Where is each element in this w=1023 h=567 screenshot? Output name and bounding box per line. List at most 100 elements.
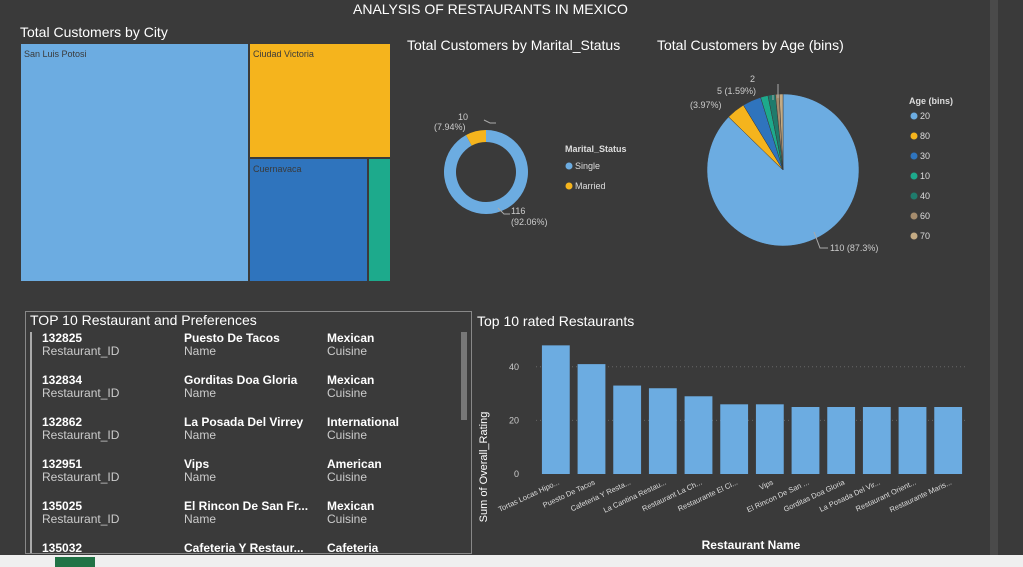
restaurant-name-cell: La Posada Del Virrey Name [184,416,303,442]
restaurant-id-cell-value: 135032 [42,541,83,554]
treemap-cell-label: San Luis Potosi [24,49,87,59]
cuisine-cell: International Cuisine [327,416,399,442]
cuisine-cell-key: Cuisine [327,428,368,442]
pie-legend-dot-70 [910,232,918,240]
restaurant-preferences-table: TOP 10 Restaurant and Preferences 132825… [25,311,472,554]
bar-chart-title: Top 10 rated Restaurants [477,313,635,329]
restaurant-id-cell-key: Restaurant_ID [42,512,120,526]
donut-legend-single[interactable]: Single [575,161,600,171]
pie-legend-item-70[interactable]: 70 [920,231,930,241]
pie-legend-item-20[interactable]: 20 [920,111,930,121]
bar-y-tick-label: 40 [509,362,519,372]
bar[interactable] [720,404,749,474]
bar[interactable] [898,407,927,474]
pie-legend-item-30[interactable]: 30 [920,151,930,161]
donut-slice-single[interactable] [444,130,528,214]
bar-x-tick-label: Tortas Locas Hipo... [497,478,561,514]
table-row[interactable]: 135025 Restaurant_ID El Rincon De San Fr..… [30,500,460,542]
restaurant-id-cell-key: Restaurant_ID [42,386,120,400]
bar[interactable] [541,345,570,474]
cuisine-cell: CafeteriaCuisine [327,542,378,554]
restaurant-id-cell-key: Restaurant_ID [42,344,120,358]
bar[interactable] [648,388,677,474]
table-title: TOP 10 Restaurant and Preferences [30,312,257,328]
donut-chart: 10 (7.94%) 116 (92.06%) Marital_Status S… [434,112,627,227]
bar[interactable] [577,364,606,474]
bar-x-tick-label: Restaurante Maris... [888,478,953,515]
bar[interactable] [791,407,820,474]
bar[interactable] [613,385,642,474]
pie-legend-title: Age (bins) [909,96,953,106]
donut-legend-dot-married [565,182,573,190]
pie-legend-item-60[interactable]: 60 [920,211,930,221]
cuisine-cell-key: Cuisine [327,512,368,526]
bar-x-tick-label: Restaurant La Ch... [641,478,704,514]
bar-x-tick-label: Gorditas Doa Gloria [782,477,847,514]
table-row[interactable]: 132834 Restaurant_ID Gorditas Doa Gloria Na… [30,374,460,416]
table-row[interactable]: 135032Restaurant_ID Cafeteria Y Restaur..… [30,541,460,554]
sheet-tab-bar [0,555,1023,567]
bar[interactable] [934,407,963,474]
cuisine-cell: Mexican Cuisine [327,500,374,526]
cuisine-cell-key: Cuisine [327,386,368,400]
cuisine-cell-key: Cuisine [327,470,368,484]
bar-x-axis-label: Restaurant Name [702,538,801,552]
pie-legend-item-40[interactable]: 40 [920,191,930,201]
restaurant-name-cell: El Rincon De San Fr... Name [184,500,308,526]
treemap-cell-ciudad-victoria[interactable]: Ciudad Victoria [249,43,391,158]
bar-x-tick-label: La Posada Del Vir... [818,478,882,514]
restaurant-id-cell: 135032Restaurant_ID [42,542,119,554]
sheet-tab-active[interactable] [55,557,95,567]
donut-label-married-pct: (7.94%) [434,122,466,132]
cuisine-cell-key: Cuisine [327,344,368,358]
bar-x-tick-label: Vips [758,478,775,492]
treemap-cell-san-luis-potosi[interactable]: San Luis Potosi [20,43,249,282]
table-row[interactable]: 132825 Restaurant_ID Puesto De Tacos Name Me… [30,332,460,374]
pie-label-a-top: 5 (1.59%) [717,86,756,96]
restaurant-name-cell-key: Name [184,512,217,526]
donut-legend-dot-single [565,162,573,170]
bar-x-tick-label: Cafeteria Y Resta... [569,478,632,514]
donut-label-single-pct: (92.06%) [511,217,548,227]
treemap: San Luis Potosi Ciudad Victoria Cuernava… [20,43,391,282]
pie-legend-dot-20 [910,112,918,120]
pie-title: Total Customers by Age (bins) [657,37,844,53]
restaurant-name-cell-key: Name [184,470,217,484]
bar-y-tick-label: 20 [509,415,519,425]
pie-label-a-bottom: (3.97%) [690,100,722,110]
table-row[interactable]: 132951 Restaurant_ID Vips Name American Cuisi… [30,458,460,500]
bar-x-tick-label: Restaurante El Ci... [676,478,739,514]
bar-y-axis-label: Sum of Overall_Rating [478,412,490,523]
table-row[interactable]: 132862 Restaurant_ID La Posada Del Virrey N… [30,416,460,458]
donut-legend-married[interactable]: Married [575,181,606,191]
cuisine-cell: Mexican Cuisine [327,332,374,358]
treemap-title: Total Customers by City [20,24,168,40]
pie-legend-dot-30 [910,152,918,160]
restaurant-name-cell-value: Cafeteria Y Restaur... [184,541,304,554]
pie-legend-item-10[interactable]: 10 [920,171,930,181]
restaurant-id-cell: 132834 Restaurant_ID [42,374,119,400]
treemap-cell-label: Ciudad Victoria [253,49,314,59]
pie-legend-dot-60 [910,212,918,220]
bar[interactable] [827,407,856,474]
restaurant-id-cell: 132951 Restaurant_ID [42,458,119,484]
pie-label-b: 2 [750,74,755,84]
restaurant-name-cell: Gorditas Doa Gloria Name [184,374,297,400]
table-scrollbar[interactable] [461,332,467,420]
bar[interactable] [755,404,784,474]
donut-label-single-value: 116 [511,206,525,216]
dashboard-title: ANALYSIS OF RESTAURANTS IN MEXICO [353,1,628,17]
treemap-cell-cuernavaca[interactable]: Cuernavaca [249,158,368,282]
restaurant-name-cell: Vips Name [184,458,216,484]
bar[interactable] [684,396,713,474]
restaurant-name-cell-key: Name [184,428,217,442]
bar-x-tick-label: Restaurant Orient... [854,478,917,514]
pie-legend-item-80[interactable]: 80 [920,131,930,141]
cuisine-cell: Mexican Cuisine [327,374,374,400]
pie-legend-dot-80 [910,132,918,140]
page-scrollbar[interactable] [990,0,998,555]
bar[interactable] [862,407,891,474]
treemap-cell-other[interactable] [368,158,391,282]
donut-label-married-value: 10 [458,112,468,122]
pie-legend-dot-10 [910,172,918,180]
